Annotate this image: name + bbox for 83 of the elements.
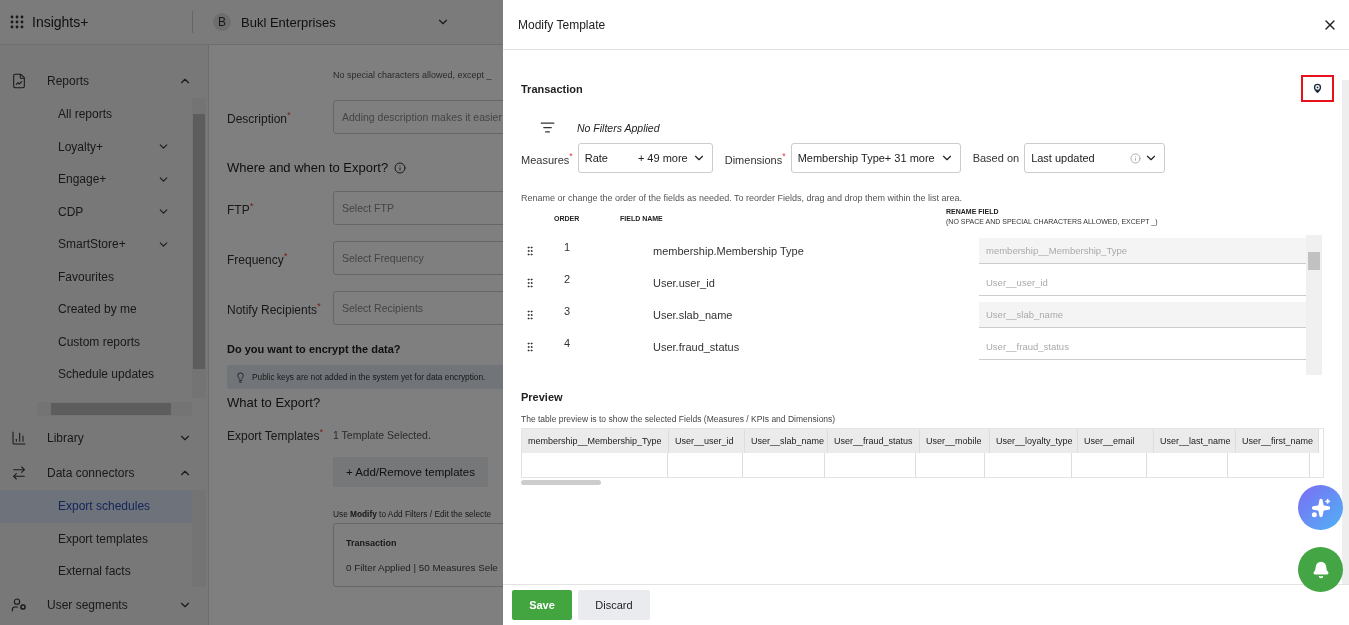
nav-item[interactable]: Created by me	[0, 293, 192, 326]
section-title: Transaction	[521, 82, 583, 95]
section-heading: Where and when to Export?	[227, 160, 389, 175]
order-number: 4	[563, 337, 572, 349]
nav-item[interactable]: Export schedules	[0, 490, 192, 523]
section-heading: What to Export?	[227, 395, 321, 410]
field-label: Notify Recipients$^{*}$	[227, 299, 322, 317]
scrollbar[interactable]	[521, 480, 601, 485]
nav-section[interactable]: Library	[0, 420, 208, 455]
section-subheading: Do you want to encrypt the data?	[227, 343, 401, 355]
drawer-title: Modify Template	[518, 17, 606, 32]
table-header-cell: User__fraud_status	[828, 429, 920, 453]
apps-grid-icon[interactable]	[10, 15, 24, 29]
notifications-button[interactable]	[1298, 547, 1343, 592]
add-remove-templates-button[interactable]: + Add/Remove templates	[333, 457, 488, 487]
section-icon	[10, 464, 27, 481]
ai-assistant-button[interactable]	[1298, 485, 1343, 530]
dropdown-select[interactable]: Last updated	[1024, 143, 1166, 173]
nav-item[interactable]: Favourites	[0, 260, 192, 293]
scrollbar[interactable]	[1306, 235, 1322, 375]
bulb-icon	[235, 371, 246, 383]
rename-input[interactable]: membership__Membership_Type	[979, 238, 1306, 264]
order-number: 2	[563, 273, 572, 285]
save-button[interactable]: Save	[512, 590, 572, 620]
scrollbar[interactable]	[192, 98, 206, 398]
nav-item[interactable]: Loyalty+	[0, 130, 192, 163]
map-pin-icon	[1311, 82, 1324, 95]
table-header-cell: User__email	[1078, 429, 1154, 453]
app-title: Insights+	[32, 14, 90, 30]
card-summary: 0 Filter Applied | 50 Measures Sele	[346, 562, 499, 573]
table-header-cell: User__slab_name	[745, 429, 828, 453]
filter-status: No Filters Applied	[577, 121, 660, 134]
info-icon[interactable]	[394, 161, 407, 174]
select-label: Based on	[972, 152, 1020, 164]
scrollbar[interactable]	[1342, 80, 1349, 584]
bell-icon	[1311, 560, 1330, 579]
discard-button[interactable]: Discard	[578, 590, 650, 620]
nav-item[interactable]: CDP	[0, 195, 192, 228]
card-title: Transaction	[346, 538, 398, 548]
table-header-cell: User__mobile	[920, 429, 990, 453]
select-label: Dimensions$^{*}$	[724, 150, 786, 166]
info-icon	[1130, 152, 1142, 164]
nav-section[interactable]: User segments	[0, 587, 208, 622]
hint-text: Use Modify to Add Filters / Edit the selecte	[333, 509, 492, 519]
nav-item[interactable]: SmartStore+	[0, 228, 192, 261]
nav-item[interactable]: Schedule updates	[0, 358, 192, 391]
banner-text: Public keys are not added in the system yet for data encryption.	[252, 372, 486, 382]
rename-input[interactable]: User__slab_name	[979, 302, 1306, 328]
table-header-cell: User__first_name	[1236, 429, 1319, 453]
order-number: 1	[563, 241, 572, 253]
section-icon	[10, 596, 27, 613]
section-icon	[10, 429, 27, 446]
nav-item[interactable]: Engage+	[0, 163, 192, 196]
nav-item[interactable]: All reports	[0, 98, 192, 131]
table-header-cell: User__user_id	[669, 429, 745, 453]
section-icon	[10, 72, 27, 89]
org-avatar: B	[213, 13, 231, 31]
filter-icon[interactable]	[540, 120, 555, 135]
nav-item[interactable]: External facts	[0, 555, 192, 587]
field-label: Export Templates$^{*}$	[227, 426, 325, 443]
order-number: 3	[563, 305, 572, 317]
org-name[interactable]: Bukl Enterprises	[241, 14, 336, 30]
select-label: Measures$^{*}$	[521, 150, 573, 166]
section-title: Preview	[521, 391, 564, 403]
dropdown-select[interactable]: Rate + 49 more	[577, 143, 713, 173]
field-label: Frequency$^{*}$	[227, 249, 289, 267]
nav-section[interactable]: Reports	[0, 63, 208, 98]
field-name: User.user_id	[653, 277, 716, 289]
hint-text: No special characters allowed, except _	[333, 70, 492, 80]
template-count: 1 Template Selected.	[333, 428, 431, 441]
sparkles-icon	[1310, 497, 1331, 518]
preview-note: The table preview is to show the selected Fields (Measures / KPIs and Dimensions)	[521, 414, 837, 424]
table-header-cell: User__last_name	[1154, 429, 1236, 453]
table-header-cell: User__loyalty_type	[990, 429, 1078, 453]
dropdown-select[interactable]: Membership Type+ 31 more	[790, 143, 961, 173]
pin-button[interactable]	[1301, 75, 1334, 102]
field-label: FTP$^{*}$	[227, 199, 255, 217]
field-name: User.fraud_status	[653, 341, 741, 353]
table-header-cell: membership__Membership_Type	[522, 429, 669, 453]
nav-item[interactable]: Custom reports	[0, 325, 192, 358]
scrollbar[interactable]	[37, 402, 192, 416]
field-label: Description$^{*}$	[227, 108, 292, 126]
nav-section[interactable]: Data connectors	[0, 455, 208, 490]
